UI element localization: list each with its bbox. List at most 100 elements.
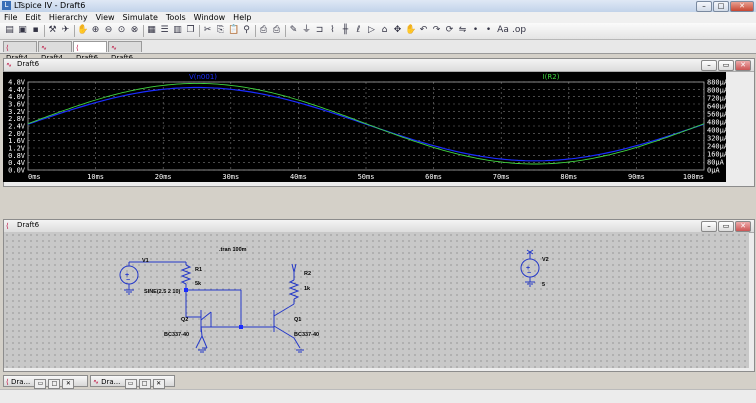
print-setup-icon[interactable]: ⎙ (258, 25, 269, 36)
maximize-button[interactable]: □ (713, 1, 729, 12)
move-icon[interactable]: ✥ (392, 25, 403, 36)
menu-file[interactable]: File (0, 12, 21, 23)
undo-icon[interactable]: ↶ (418, 25, 429, 36)
copy-icon[interactable]: ⎘ (215, 25, 226, 36)
x-tick-label: 70ms (493, 173, 510, 181)
minimized-waveform-window[interactable]: ∿ Dra... ▭ □ ✕ (90, 375, 175, 389)
close-icon[interactable]: ✕ (152, 379, 165, 389)
text-icon[interactable]: Aa (496, 25, 510, 36)
open-icon[interactable]: ▣ (17, 25, 28, 36)
wire-icon[interactable]: ✎ (288, 25, 299, 36)
y-right-tick-label: 720µA (707, 95, 726, 103)
text-icon[interactable]: • (470, 25, 481, 36)
find-icon[interactable]: ⚲ (241, 25, 252, 36)
cut-icon[interactable]: ✂ (202, 25, 213, 36)
y-right-tick-label: 400µA (707, 127, 726, 135)
tile-horizontal-icon[interactable]: ☰ (159, 25, 170, 36)
toolbar: ▤ ▣ ▪ ⚒ ✈ ✋ ⊕ ⊖ ⊙ ⊗ ▦ ☰ ▥ ❐ ✂ ⎘ 📋 ⚲ ⎙ ⎙ ✎ ⏚ ⊐ ⌇ ╫ ℓ ▷ ⌂ ✥ ✋ ↶ ↷ ⟳ ⇋ • • Aa .o… (0, 23, 756, 40)
tran-directive[interactable]: .tran 100m (219, 247, 247, 253)
run-icon[interactable]: ✈ (60, 25, 71, 36)
waveform-close-button[interactable]: ✕ (735, 60, 751, 71)
y-right-tick-label: 880µA (707, 79, 726, 87)
schematic-icon: ⟨ (6, 44, 9, 52)
waveform-minimize-button[interactable]: – (701, 60, 717, 71)
autoscale-icon[interactable]: ▦ (146, 25, 157, 36)
zoom-fit-icon[interactable]: ⊙ (116, 25, 127, 36)
x-tick-label: 0ms (28, 173, 41, 181)
toolbar-separator (44, 25, 45, 37)
q2-model-label: BC337-40 (164, 332, 189, 338)
menu-help[interactable]: Help (229, 12, 255, 23)
component-icon[interactable]: ⌂ (379, 25, 390, 36)
mirror-icon[interactable]: ⇋ (457, 25, 468, 36)
spice-directive-icon[interactable]: .op (512, 25, 526, 36)
y-right-tick-label: 640µA (707, 103, 726, 111)
tab-draft6-waveform[interactable]: ∿Draft6 (108, 41, 142, 62)
y-right-tick-label: 80µA (707, 159, 725, 167)
toolbar-separator (255, 25, 256, 37)
ground-icon[interactable]: ⏚ (301, 25, 312, 36)
close-button[interactable]: ✕ (730, 1, 754, 12)
y-right-tick-label: 160µA (707, 151, 726, 159)
rotate-icon[interactable]: ⟳ (444, 25, 455, 36)
cascade-icon[interactable]: ❐ (185, 25, 196, 36)
restore-icon[interactable]: ▭ (34, 379, 47, 389)
schematic-canvas[interactable]: + − + − .tran 100m V1 SINE(2.5 2 10) R1 … (4, 232, 749, 368)
zoom-out-icon[interactable]: ⊖ (103, 25, 114, 36)
y-right-tick-label: 560µA (707, 111, 726, 119)
menu-window[interactable]: Window (190, 12, 230, 23)
zoom-in-icon[interactable]: ⊕ (90, 25, 101, 36)
close-icon[interactable]: ✕ (62, 379, 75, 389)
maximize-icon[interactable]: □ (48, 379, 61, 389)
status-bar (0, 389, 756, 403)
document-tab-bar: ⟨Draft4 ∿Draft4 ⟨Draft6 ∿Draft6 (0, 40, 756, 62)
waveform-plot[interactable]: 4.8V 4.4V 4.0V 3.6V 3.2V 2.8V 2.4V 2.0V 1.6V 1.2V… (3, 72, 729, 182)
menu-bar: File Edit Hierarchy View Simulate Tools … (0, 12, 756, 23)
halt-icon[interactable]: ✋ (77, 25, 88, 36)
save-icon[interactable]: ▪ (30, 25, 41, 36)
r1-resistor-symbol[interactable] (180, 264, 192, 285)
waveform-icon: ∿ (6, 61, 12, 69)
diode-icon[interactable]: ▷ (366, 25, 377, 36)
series-line-ir2 (27, 82, 705, 165)
waveform-restore-button[interactable]: ▭ (718, 60, 734, 71)
schematic-close-button[interactable]: ✕ (735, 221, 751, 232)
menu-edit[interactable]: Edit (21, 12, 45, 23)
window-controls: – □ ✕ (696, 1, 754, 12)
r2-name-label: R2 (304, 271, 311, 277)
tab-draft6-schematic[interactable]: ⟨Draft6 (73, 41, 107, 62)
minimized-schematic-window[interactable]: ⟨ Dra... ▭ □ ✕ (3, 375, 88, 389)
junction-node (239, 325, 243, 329)
label-net-icon[interactable]: ⊐ (314, 25, 325, 36)
paste-icon[interactable]: 📋 (228, 25, 239, 36)
tab-draft4-waveform[interactable]: ∿Draft4 (38, 41, 72, 62)
restore-icon[interactable]: ▭ (124, 379, 137, 389)
r2-resistor-symbol[interactable] (288, 279, 300, 300)
menu-tools[interactable]: Tools (162, 12, 190, 23)
menu-simulate[interactable]: Simulate (119, 12, 162, 23)
y-right-tick-label: 480µA (707, 119, 726, 127)
menu-view[interactable]: View (92, 12, 119, 23)
minimize-button[interactable]: – (696, 1, 712, 12)
tile-vertical-icon[interactable]: ▥ (172, 25, 183, 36)
print-icon[interactable]: ⎙ (271, 25, 282, 36)
drag-icon[interactable]: ✋ (405, 25, 416, 36)
maximize-icon[interactable]: □ (138, 379, 151, 389)
junction-node (184, 288, 188, 292)
waveform-plot-svg: 4.8V4.4V4.0V3.6V3.2V2.8V2.4V2.0V1.6V1.2V… (8, 73, 729, 181)
resistor-icon[interactable]: ⌇ (327, 25, 338, 36)
zoom-cancel-icon[interactable]: ⊗ (129, 25, 140, 36)
q1-name-label: Q1 (294, 317, 301, 323)
inductor-icon[interactable]: ℓ (353, 25, 364, 36)
tab-draft4-schematic[interactable]: ⟨Draft4 (3, 41, 37, 62)
capacitor-icon[interactable]: ╫ (340, 25, 351, 36)
menu-hierarchy[interactable]: Hierarchy (45, 12, 92, 23)
control-panel-icon[interactable]: ⚒ (47, 25, 58, 36)
redo-icon[interactable]: ↷ (431, 25, 442, 36)
ltspice-logo-icon: L (2, 1, 11, 10)
schematic-minimize-button[interactable]: – (701, 221, 717, 232)
new-schematic-icon[interactable]: ▤ (4, 25, 15, 36)
schematic-restore-button[interactable]: ▭ (718, 221, 734, 232)
toolbar-separator (74, 25, 75, 37)
spice-directive-icon[interactable]: • (483, 25, 494, 36)
